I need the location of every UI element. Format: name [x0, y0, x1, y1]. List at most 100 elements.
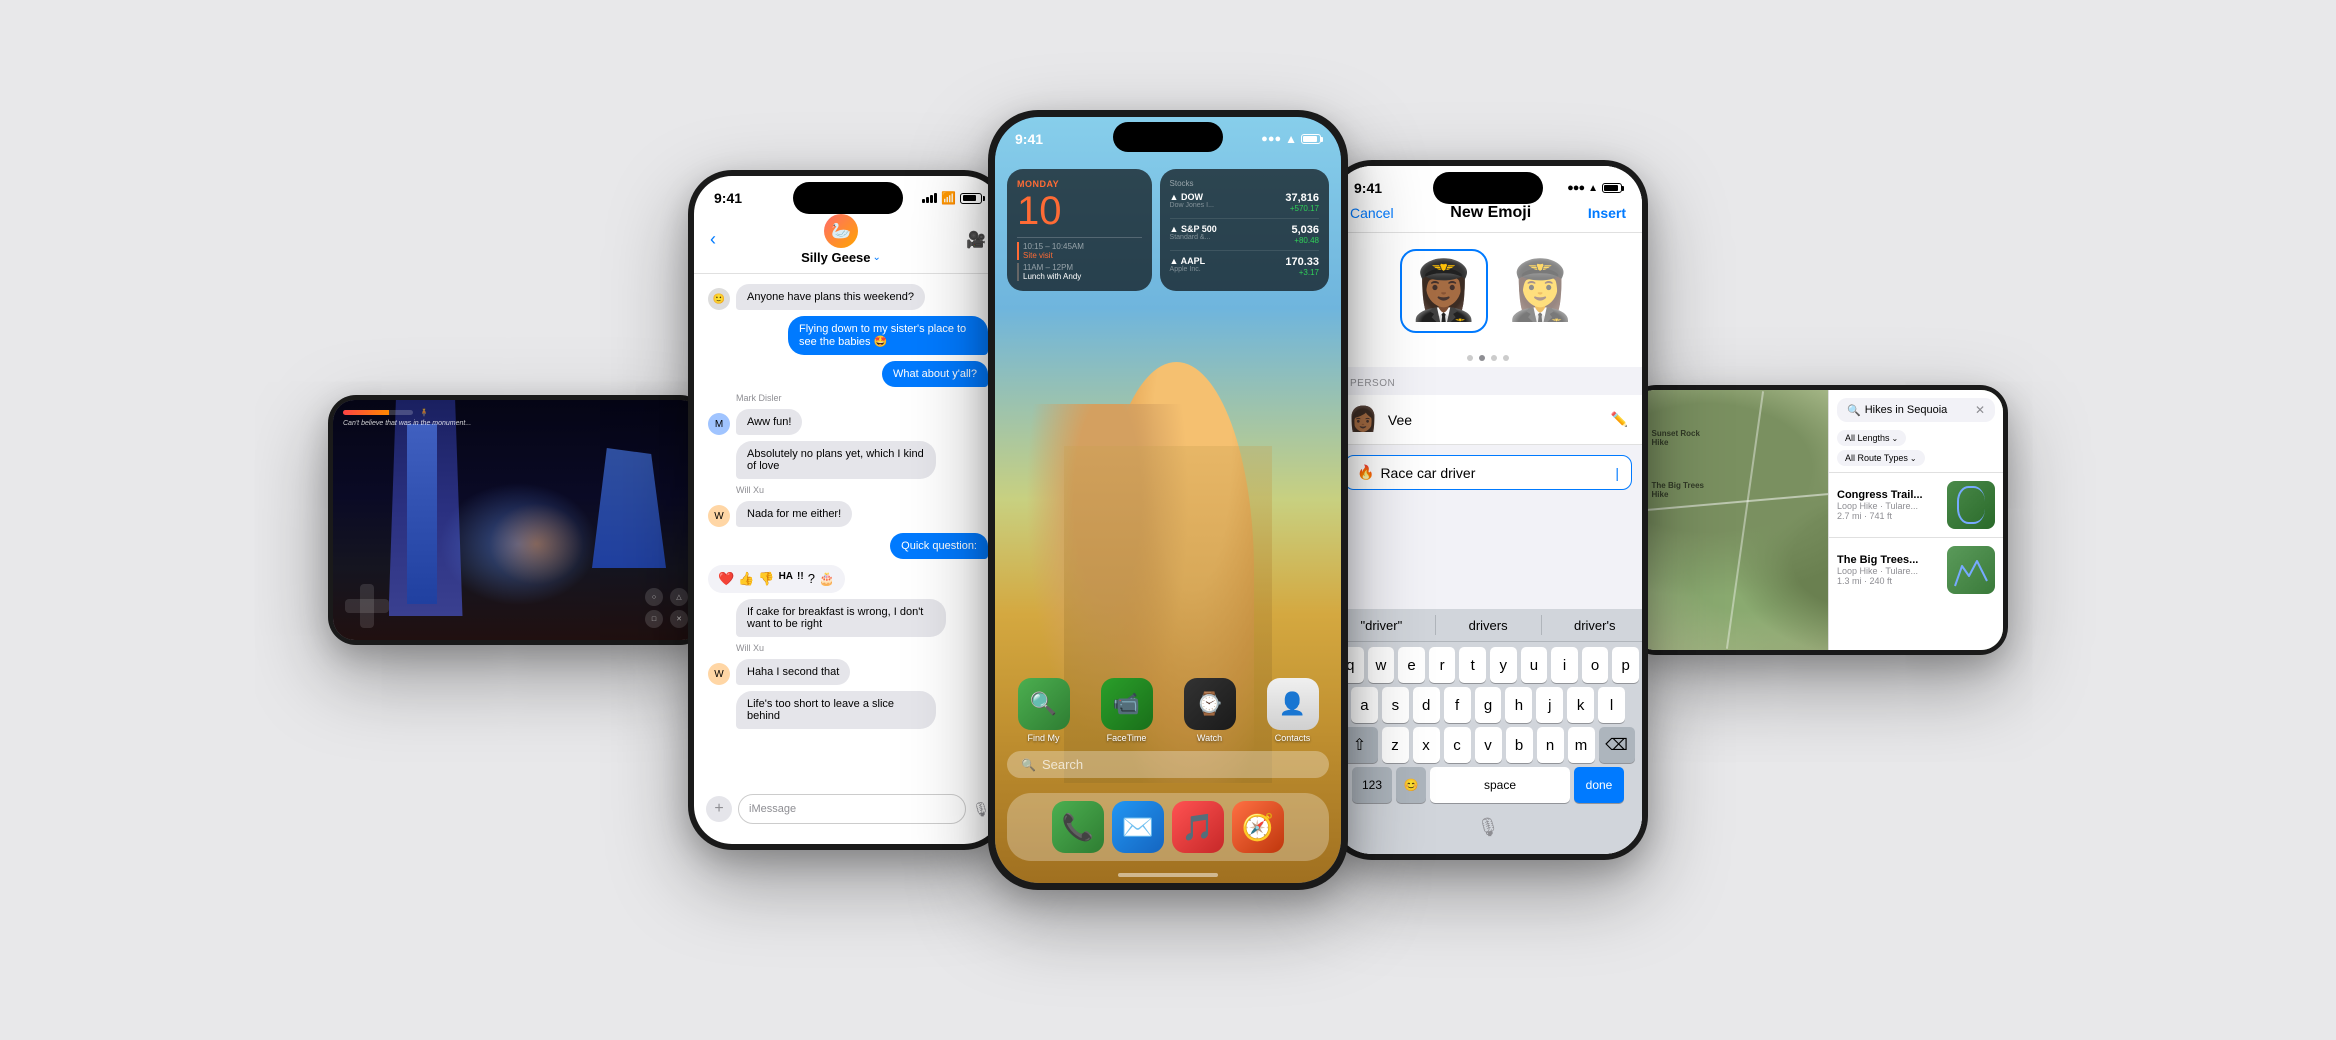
dock-compass[interactable]: 🧭	[1232, 801, 1284, 853]
key-s[interactable]: s	[1382, 687, 1409, 723]
app-findmy-label: Find My	[1027, 733, 1059, 743]
key-f[interactable]: f	[1444, 687, 1471, 723]
dpad[interactable]	[345, 584, 389, 628]
key-o[interactable]: o	[1582, 647, 1609, 683]
reaction-cake[interactable]: 🎂	[819, 571, 835, 587]
key-p[interactable]: p	[1612, 647, 1639, 683]
key-i[interactable]: i	[1551, 647, 1578, 683]
key-r[interactable]: r	[1429, 647, 1456, 683]
key-m[interactable]: m	[1568, 727, 1595, 763]
map-result-1[interactable]: Congress Trail... Loop Hike · Tulare... …	[1829, 473, 2003, 538]
key-z[interactable]: z	[1382, 727, 1409, 763]
key-done[interactable]: done	[1574, 767, 1624, 803]
key-u[interactable]: u	[1521, 647, 1548, 683]
emoji-text-input[interactable]: 🔥 Race car driver |	[1344, 455, 1632, 490]
key-w[interactable]: w	[1368, 647, 1395, 683]
dock-mail[interactable]: ✉️	[1112, 801, 1164, 853]
home-status-bar: 9:41 ●●● ▲	[995, 117, 1341, 147]
key-emoji[interactable]: 😊	[1396, 767, 1426, 803]
reaction-heart[interactable]: ❤️	[718, 571, 734, 587]
event1-title: Site visit	[1023, 251, 1142, 260]
reaction-thumbsup[interactable]: 👍	[738, 571, 754, 587]
key-123[interactable]: 123	[1352, 767, 1392, 803]
result-2-type: Loop Hike · Tulare...	[1837, 566, 1941, 576]
message-bubble: Life's too short to leave a slice behind	[736, 691, 936, 729]
message-bubble: If cake for breakfast is wrong, I don't …	[736, 599, 946, 637]
messages-screen: 9:41 📶 ‹	[694, 176, 1002, 844]
key-v[interactable]: v	[1475, 727, 1502, 763]
dock-music[interactable]: 🎵	[1172, 801, 1224, 853]
dock-phone[interactable]: 📞	[1052, 801, 1104, 853]
emoji-edit-button[interactable]: ✏️	[1611, 411, 1628, 428]
home-screen: 9:41 ●●● ▲ MONDAY 10	[995, 117, 1341, 883]
reaction-exclaim[interactable]: !!	[797, 571, 804, 587]
key-e[interactable]: e	[1398, 647, 1425, 683]
emoji-insert-button[interactable]: Insert	[1588, 205, 1626, 221]
key-b[interactable]: b	[1506, 727, 1533, 763]
message-bubble: Haha I second that	[736, 659, 850, 685]
message-bubble: Quick question:	[890, 533, 988, 559]
result-2-thumb	[1947, 546, 1995, 594]
search-icon: 🔍	[1021, 758, 1036, 772]
emoji-variant[interactable]: 👩‍✈️	[1504, 257, 1576, 325]
reaction-ha[interactable]: HA	[779, 571, 793, 587]
phone-gaming: 🧍 ● Can't believe that was in the monume…	[328, 395, 708, 645]
emoji-person-icon: 👩🏾	[1348, 405, 1378, 434]
key-l[interactable]: l	[1598, 687, 1625, 723]
dot2-active	[1479, 355, 1485, 361]
key-space[interactable]: space	[1430, 767, 1570, 803]
app-findmy[interactable]: 🔍 Find My	[1007, 678, 1080, 743]
emoji-cancel-button[interactable]: Cancel	[1350, 205, 1394, 221]
message-row: Quick question:	[708, 533, 988, 559]
key-g[interactable]: g	[1475, 687, 1502, 723]
dot3	[1491, 355, 1497, 361]
scene: 🧍 ● Can't believe that was in the monume…	[0, 0, 2336, 1040]
home-search-bar[interactable]: 🔍 Search	[1007, 751, 1329, 778]
calendar-widget[interactable]: MONDAY 10 10:15 – 10:45AM Site visit 11A…	[1007, 169, 1152, 291]
emoji-screen: 9:41 ●●● ▲ Cancel New Emoji Insert	[1334, 166, 1642, 854]
filter-length-text: All Lengths	[1845, 433, 1890, 443]
key-n[interactable]: n	[1537, 727, 1564, 763]
autocomplete-2[interactable]: drivers	[1469, 618, 1508, 633]
message-row: Flying down to my sister's place to see …	[708, 316, 988, 355]
key-k[interactable]: k	[1567, 687, 1594, 723]
reaction-question[interactable]: ?	[808, 571, 815, 587]
widgets-container: MONDAY 10 10:15 – 10:45AM Site visit 11A…	[1007, 169, 1329, 291]
message-input[interactable]: iMessage	[738, 794, 966, 824]
key-j[interactable]: j	[1536, 687, 1563, 723]
map-result-2[interactable]: The Big Trees... Loop Hike · Tulare... 1…	[1829, 538, 2003, 602]
emoji-selected[interactable]: 👩🏾‍✈️	[1400, 249, 1488, 333]
reaction-bar[interactable]: ❤️ 👍 👎 HA !! ? 🎂	[708, 565, 845, 593]
key-t[interactable]: t	[1459, 647, 1486, 683]
autocomplete-1[interactable]: "driver"	[1360, 618, 1402, 633]
messages-back-button[interactable]: ‹	[710, 229, 716, 250]
key-x[interactable]: x	[1413, 727, 1440, 763]
group-chevron-icon: ⌄	[873, 252, 881, 263]
key-c[interactable]: c	[1444, 727, 1471, 763]
dynamic-island-emoji	[1433, 172, 1543, 204]
message-bubble: What about y'all?	[882, 361, 988, 387]
map-search-bar[interactable]: 🔍 Hikes in Sequoia ✕	[1837, 398, 1995, 422]
filter-route[interactable]: All Route Types ⌄	[1837, 450, 1925, 466]
key-backspace[interactable]: ⌫	[1599, 727, 1635, 763]
reaction-thumbsdown[interactable]: 👎	[758, 571, 774, 587]
filter-length[interactable]: All Lengths ⌄	[1837, 430, 1906, 446]
key-a[interactable]: a	[1351, 687, 1378, 723]
video-call-button[interactable]: 🎥	[966, 230, 986, 250]
key-d[interactable]: d	[1413, 687, 1440, 723]
add-attachment-button[interactable]: +	[706, 796, 732, 822]
keyboard-mic-icon[interactable]: 🎙	[1477, 817, 1500, 838]
avatar: 🙂	[708, 288, 730, 310]
filter-route-chevron: ⌄	[1910, 454, 1917, 463]
app-facetime[interactable]: 📹 FaceTime	[1090, 678, 1163, 743]
map-clear-icon[interactable]: ✕	[1975, 403, 1985, 417]
app-watch-icon: ⌚	[1184, 678, 1236, 730]
app-watch[interactable]: ⌚ Watch	[1173, 678, 1246, 743]
key-h[interactable]: h	[1505, 687, 1532, 723]
action-buttons[interactable]: ○ △ □ ✕	[645, 588, 691, 628]
group-name[interactable]: Silly Geese	[801, 250, 870, 265]
autocomplete-3[interactable]: driver's	[1574, 618, 1616, 633]
app-contacts[interactable]: 👤 Contacts	[1256, 678, 1329, 743]
key-y[interactable]: y	[1490, 647, 1517, 683]
stocks-widget[interactable]: Stocks ▲ DOW Dow Jones I... 37,816 +570.…	[1160, 169, 1329, 291]
